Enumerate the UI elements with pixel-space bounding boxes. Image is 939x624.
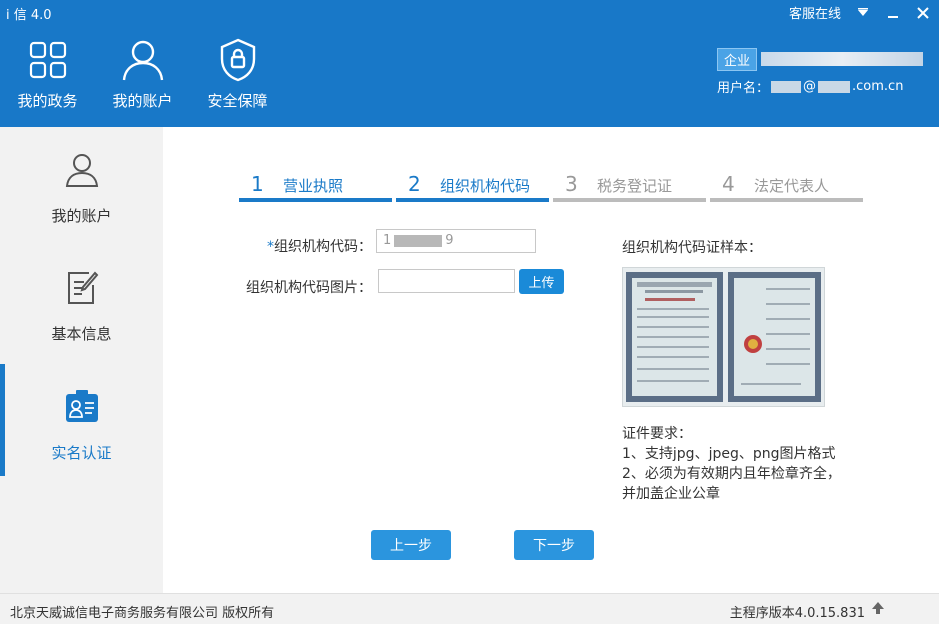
org-image-path-input[interactable] <box>378 269 515 293</box>
nav-my-account[interactable]: 我的账户 <box>95 30 190 120</box>
sidebar-item-my-account[interactable]: 我的账户 <box>0 127 163 239</box>
dropdown-icon[interactable] <box>855 5 871 21</box>
step-label: 组织机构代码 <box>440 177 531 195</box>
footer: 北京天威诚信电子商务服务有限公司 版权所有 主程序版本4.0.15.831 <box>0 593 939 624</box>
user-icon <box>121 34 165 86</box>
grid-icon <box>28 34 68 86</box>
sidebar-item-basic-info[interactable]: 基本信息 <box>0 245 163 357</box>
step-label: 营业执照 <box>283 177 344 195</box>
step-label: 法定代表人 <box>754 177 830 195</box>
step-bar <box>553 198 706 202</box>
requirements: 证件要求： 1、支持jpg、jpeg、png图片格式 2、必须为有效期内且年检章… <box>622 424 841 504</box>
org-code-label-text: 组织机构代码： <box>274 239 372 255</box>
sidebar-item-label: 基本信息 <box>51 325 112 343</box>
version-text: 主程序版本4.0.15.831 <box>729 606 865 621</box>
required-mark: * <box>267 239 274 255</box>
step-1: 1 营业执照 <box>239 170 392 202</box>
title-controls: 客服在线 <box>789 3 931 22</box>
nav-label: 安全保障 <box>207 92 268 110</box>
username-domain: .com.cn <box>852 79 904 94</box>
redacted-chip <box>771 80 802 93</box>
requirements-line-3: 并加盖企业公章 <box>622 486 720 502</box>
main-nav: 我的政务 我的账户 安全保障 <box>0 30 285 120</box>
sidebar: 我的账户 基本信息 实名认证 <box>0 127 163 593</box>
step-number: 4 <box>722 172 735 196</box>
username-label: 用户名： <box>717 81 770 96</box>
step-label: 税务登记证 <box>597 177 673 195</box>
nav-security[interactable]: 安全保障 <box>190 30 285 120</box>
nav-label: 我的政务 <box>17 92 78 110</box>
sidebar-item-label: 我的账户 <box>51 207 112 225</box>
user-info: 企业 用户名： @ .com.cn <box>717 47 923 96</box>
shield-icon <box>218 34 258 86</box>
org-image-label: 组织机构代码图片： <box>246 280 372 296</box>
company-name-redacted <box>761 52 923 66</box>
step-bar <box>396 198 549 202</box>
redacted-chip <box>818 80 851 93</box>
id-card-icon <box>64 386 100 428</box>
sample-certificate-image <box>622 267 825 407</box>
step-bar <box>239 198 392 202</box>
minimize-icon[interactable] <box>885 5 901 21</box>
requirements-line-1: 1、支持jpg、jpeg、png图片格式 <box>622 446 836 462</box>
user-outline-icon <box>64 149 100 191</box>
step-number: 1 <box>251 172 264 196</box>
step-3: 3 税务登记证 <box>553 170 706 202</box>
sidebar-item-real-name-auth[interactable]: 实名认证 <box>0 364 163 476</box>
org-code-input[interactable]: 19 <box>376 229 536 253</box>
requirements-line-2: 2、必须为有效期内且年检章齐全， <box>622 466 841 482</box>
service-status[interactable]: 客服在线 <box>789 3 841 22</box>
org-code-value-start: 1 <box>383 233 392 248</box>
redacted-chip <box>394 234 443 247</box>
copyright-text: 北京天威诚信电子商务服务有限公司 版权所有 <box>10 606 275 621</box>
step-indicator: 1 营业执照 2 组织机构代码 3 税务登记证 4 法定代表人 <box>239 170 863 202</box>
next-step-button[interactable]: 下一步 <box>514 530 594 560</box>
document-edit-icon <box>63 267 101 309</box>
requirements-title: 证件要求： <box>622 426 692 442</box>
previous-step-button[interactable]: 上一步 <box>371 530 451 560</box>
active-indicator <box>0 364 5 476</box>
org-code-label: *组织机构代码： <box>212 236 372 256</box>
upload-button[interactable]: 上传 <box>519 269 564 294</box>
step-number: 3 <box>565 172 578 196</box>
step-4: 4 法定代表人 <box>710 170 863 202</box>
nav-label: 我的账户 <box>112 92 173 110</box>
app-title: i 信 4.0 <box>6 8 52 23</box>
step-bar <box>710 198 863 202</box>
org-code-value-end: 9 <box>445 233 454 248</box>
app-header: i 信 4.0 客服在线 我的政务 我的账户 安全保障 企业 用户名： @ .c… <box>0 0 939 127</box>
close-icon[interactable] <box>915 5 931 21</box>
sidebar-item-label: 实名认证 <box>51 444 112 462</box>
account-type-badge: 企业 <box>717 47 758 71</box>
sample-title: 组织机构代码证样本： <box>622 240 762 256</box>
username-at: @ <box>803 79 817 94</box>
step-2: 2 组织机构代码 <box>396 170 549 202</box>
upgrade-arrow-icon[interactable] <box>871 601 885 619</box>
step-number: 2 <box>408 172 421 196</box>
nav-my-affairs[interactable]: 我的政务 <box>0 30 95 120</box>
